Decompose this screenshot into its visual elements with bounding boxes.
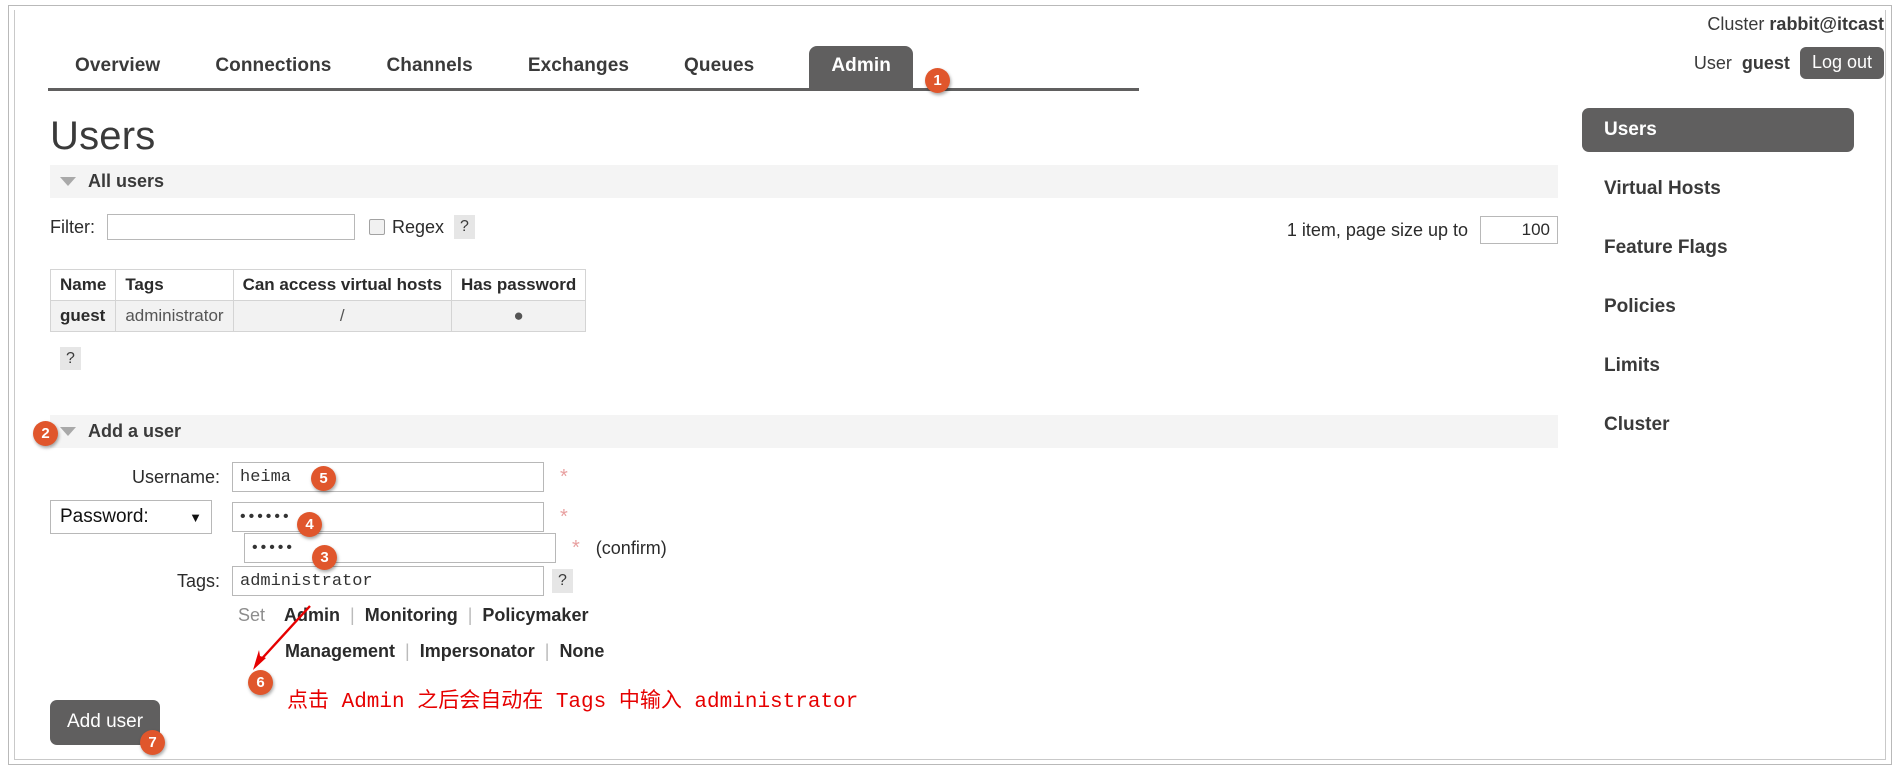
column-header-has-password[interactable]: Has password [450,269,587,301]
user-label: User [1693,52,1732,73]
step-badge-1: 1 [925,68,950,93]
main-navigation: Overview Connections Channels Exchanges … [48,44,1139,91]
column-header-vhosts[interactable]: Can access virtual hosts [232,269,452,301]
filter-label: Filter: [50,216,95,237]
table-header-row: Name Tags Can access virtual hosts Has p… [49,269,587,301]
regex-toggle-group: Regex [369,217,444,238]
sidebar-item-users[interactable]: Users [1582,108,1854,152]
username-label: Username: [131,466,220,487]
required-star: * [572,536,580,559]
cell-user-vhosts: / [232,300,452,332]
nav-item-queues[interactable]: Queues [684,55,754,88]
regex-label: Regex [392,216,445,237]
required-star: * [560,465,568,488]
sidebar-item-cluster[interactable]: Cluster [1582,403,1872,447]
step-badge-3: 3 [312,545,337,570]
section-header-add-user[interactable]: Add a user [50,415,1558,448]
cell-user-tags: administrator [115,300,234,332]
user-info: User guest Log out [1694,47,1884,79]
section-header-all-users[interactable]: All users [50,165,1558,198]
tag-separator: | [350,605,355,625]
cluster-info: Cluster rabbit@itcast [1707,14,1884,35]
tag-separator: | [405,641,410,661]
tags-input[interactable] [232,566,544,596]
chevron-down-icon: ▼ [189,509,202,525]
pagination-info: 1 item, page size up to [1287,216,1558,244]
cell-user-has-password: ● [450,300,587,332]
section-label-add-user: Add a user [88,421,182,441]
nav-item-connections[interactable]: Connections [215,55,331,88]
nav-item-overview[interactable]: Overview [75,55,160,88]
regex-checkbox[interactable] [369,219,385,235]
users-table: Name Tags Can access virtual hosts Has p… [49,269,587,332]
step-badge-4: 4 [297,512,322,537]
cluster-label: Cluster [1707,14,1765,34]
annotation-note-text: 点击 Admin 之后会自动在 Tags 中输入 administrator [287,691,859,714]
column-header-name[interactable]: Name [49,269,117,301]
section-label-all-users: All users [88,171,165,191]
tag-presets-row-2: Management | Impersonator | None [285,641,604,662]
page-info-label: 1 item, page size up to [1286,219,1468,240]
tag-separator: | [467,605,473,625]
username-input[interactable] [232,462,544,492]
filter-input[interactable] [107,214,355,240]
step-badge-6: 6 [248,670,273,695]
admin-sidebar: Users Virtual Hosts Feature Flags Polici… [1582,108,1872,462]
chevron-down-icon[interactable] [60,427,76,436]
password-type-value: Password: [60,506,149,527]
tags-help-button[interactable]: ? [552,569,573,593]
cell-user-name[interactable]: guest [49,300,117,332]
password-type-select[interactable]: Password: ▼ [50,500,212,534]
sidebar-item-limits[interactable]: Limits [1582,344,1872,388]
page-title: Users [50,114,156,158]
filter-help-button[interactable]: ? [454,215,475,239]
page-size-input[interactable] [1480,216,1558,244]
tag-preset-none[interactable]: None [559,641,604,662]
step-badge-2: 2 [33,421,58,446]
users-table-help-button[interactable]: ? [60,347,81,371]
logout-button[interactable]: Log out [1799,47,1884,79]
tags-label: Tags: [176,570,220,591]
password-confirm-input[interactable] [244,533,556,563]
sidebar-item-feature-flags[interactable]: Feature Flags [1582,226,1872,270]
sidebar-item-virtual-hosts[interactable]: Virtual Hosts [1582,167,1872,211]
required-star: * [560,505,568,528]
chevron-down-icon[interactable] [60,177,76,186]
annotation-arrow-icon [253,605,311,670]
nav-item-admin[interactable]: Admin [809,46,913,88]
tag-preset-policymaker[interactable]: Policymaker [482,605,588,626]
step-badge-7: 7 [140,730,165,755]
step-badge-5: 5 [311,466,336,491]
nav-item-exchanges[interactable]: Exchanges [528,55,629,88]
filter-row: Filter: Regex ? [50,214,475,240]
column-header-tags[interactable]: Tags [115,269,234,301]
sidebar-item-policies[interactable]: Policies [1582,285,1872,329]
cluster-name: rabbit@itcast [1769,14,1884,34]
password-input[interactable] [232,502,544,532]
rabbitmq-management-screen: Overview Connections Channels Exchanges … [0,0,1900,773]
table-row[interactable]: guest administrator / ● [49,300,587,332]
form-row-tags: Tags: ? [60,566,573,596]
tag-preset-impersonator[interactable]: Impersonator [420,641,535,662]
confirm-note: (confirm) [595,537,667,558]
nav-item-channels[interactable]: Channels [386,55,472,88]
form-row-password-confirm: * (confirm) [60,533,667,563]
user-name: guest [1741,52,1790,73]
tag-separator: | [544,641,550,661]
tag-preset-monitoring[interactable]: Monitoring [365,605,458,626]
